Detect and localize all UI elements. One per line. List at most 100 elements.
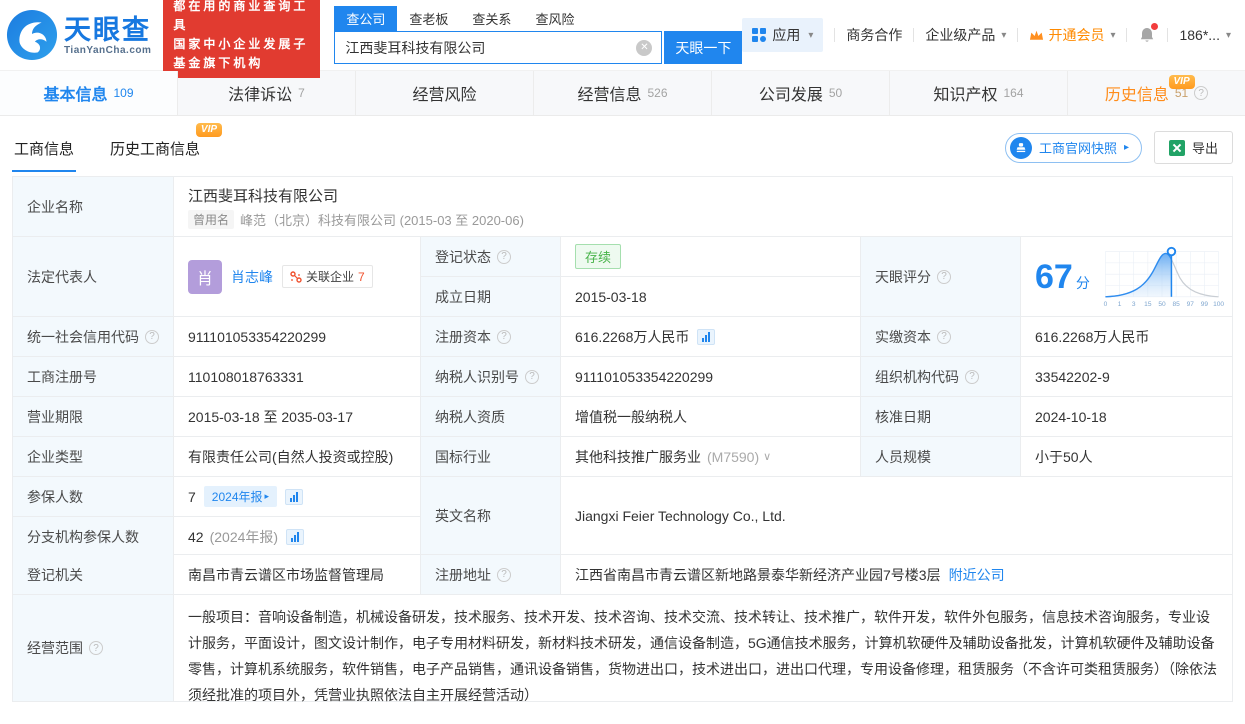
export-label: 导出 <box>1192 138 1218 157</box>
apps-menu[interactable]: 应用 ▾ <box>742 18 823 52</box>
help-icon[interactable]: ? <box>89 641 103 655</box>
search-button[interactable]: 天眼一下 <box>664 31 742 64</box>
field-value: Jiangxi Feier Technology Co., Ltd. <box>561 477 1232 554</box>
chevron-down-icon: ▾ <box>808 30 813 41</box>
table-row: 营业期限 2015-03-18 至 2035-03-17 纳税人资质 增值税一般… <box>13 397 1232 437</box>
help-icon[interactable]: ? <box>497 330 511 344</box>
user-account[interactable]: 186*... ▾ <box>1179 27 1231 43</box>
field-value: 江西省南昌市青云谱区新地路景泰华新经济产业园7号楼3层 附近公司 <box>561 555 1232 594</box>
field-label: 天眼评分 ? <box>861 237 1021 316</box>
related-label: 关联企业 <box>306 268 354 285</box>
divider <box>1017 28 1018 42</box>
nav-business-cooperation[interactable]: 商务合作 <box>846 25 902 45</box>
subtab-business-registration[interactable]: 工商信息 <box>12 138 76 172</box>
main-tabbar: 基本信息 109 法律诉讼 7 经营风险 经营信息 526 公司发展 50 知识… <box>0 70 1245 116</box>
nav-open-vip[interactable]: 开通会员 ▾ <box>1029 25 1115 45</box>
field-value: 42 (2024年报) <box>174 517 420 556</box>
notification-bell-icon[interactable] <box>1138 26 1156 44</box>
excel-icon <box>1169 140 1185 156</box>
help-icon[interactable]: ? <box>937 330 951 344</box>
tab-count: 164 <box>1003 86 1023 100</box>
field-value: 2024-10-18 <box>1021 397 1232 436</box>
chevron-down-icon: ▾ <box>1001 30 1006 41</box>
svg-text:0: 0 <box>1104 301 1108 308</box>
field-value: 911101053354220299 <box>174 317 421 356</box>
field-value: 33542202-9 <box>1021 357 1232 396</box>
subtab-history-business-registration[interactable]: VIP 历史工商信息 <box>108 138 202 172</box>
tab-label: 公司发展 <box>759 81 823 105</box>
export-button[interactable]: 导出 <box>1154 131 1233 164</box>
tab-legal-proceedings[interactable]: 法律诉讼 7 <box>178 71 356 115</box>
search-input[interactable] <box>334 31 662 64</box>
chevron-down-icon: ▾ <box>1226 30 1231 41</box>
field-value: 小于50人 <box>1021 437 1232 476</box>
nearby-companies-link[interactable]: 附近公司 <box>949 565 1005 585</box>
avatar[interactable]: 肖 <box>188 260 222 294</box>
former-name: 峰范（北京）科技有限公司 (2015-03 至 2020-06) <box>240 210 524 229</box>
table-row: 企业名称 江西斐耳科技有限公司 曾用名 峰范（北京）科技有限公司 (2015-0… <box>13 177 1232 237</box>
subtab-label: 历史工商信息 <box>110 141 200 158</box>
tab-company-development[interactable]: 公司发展 50 <box>712 71 890 115</box>
annual-report-badge[interactable]: 2024年报 ▸ <box>204 486 277 507</box>
search-tab-relation[interactable]: 查关系 <box>460 6 523 31</box>
field-label: 工商注册号 <box>13 357 174 396</box>
field-value: 南昌市青云谱区市场监督管理局 <box>174 555 421 594</box>
business-scope-text: 一般项目：音响设备制造，机械设备研发，技术服务、技术开发、技术咨询、技术交流、技… <box>174 595 1232 701</box>
subtab-row: 工商信息 VIP 历史工商信息 工商官网快照 ▸ 导出 <box>0 116 1245 172</box>
help-icon[interactable]: ? <box>965 370 979 384</box>
tab-operational-risk[interactable]: 经营风险 <box>356 71 534 115</box>
search-tab-company[interactable]: 查公司 <box>334 6 397 31</box>
nav-enterprise-products[interactable]: 企业级产品 ▾ <box>925 25 1006 45</box>
tab-basic-info[interactable]: 基本信息 109 <box>0 71 178 115</box>
field-value: 911101053354220299 <box>561 357 861 396</box>
logo-domain: TianYanCha.com <box>64 45 151 56</box>
stamp-icon <box>1010 137 1032 159</box>
help-icon[interactable]: ? <box>145 330 159 344</box>
divider <box>1167 28 1168 42</box>
tab-history-info[interactable]: VIP 历史信息 51 ? <box>1068 71 1245 115</box>
tab-label: 基本信息 <box>43 81 107 105</box>
tab-count: 109 <box>113 86 133 100</box>
enterprise-label: 企业级产品 <box>925 25 995 45</box>
tianyancha-logo[interactable]: 天眼查 TianYanCha.com <box>6 9 151 61</box>
table-row: 统一社会信用代码? 911101053354220299 注册资本? 616.2… <box>13 317 1232 357</box>
field-label: 企业类型 <box>13 437 174 476</box>
legal-rep-link[interactable]: 肖志峰 <box>231 267 273 287</box>
tab-intellectual-property[interactable]: 知识产权 164 <box>890 71 1068 115</box>
subtab-label: 工商信息 <box>14 141 74 158</box>
related-companies-badge[interactable]: 关联企业 7 <box>282 265 373 288</box>
arrow-right-icon: ▸ <box>265 491 270 502</box>
help-icon[interactable]: ? <box>525 370 539 384</box>
field-label: 分支机构参保人数 <box>13 517 174 556</box>
field-label: 营业期限 <box>13 397 174 436</box>
search-tab-boss[interactable]: 查老板 <box>397 6 460 31</box>
field-value: 2015-03-18 至 2035-03-17 <box>174 397 421 436</box>
svg-text:1: 1 <box>1118 301 1122 308</box>
tab-label: 经营信息 <box>577 81 641 105</box>
search-tabs: 查公司 查老板 查关系 查风险 <box>334 6 742 31</box>
tab-label: 历史信息 <box>1105 81 1169 105</box>
crown-icon <box>1029 29 1044 41</box>
help-icon[interactable]: ? <box>497 568 511 582</box>
vip-label: 开通会员 <box>1048 25 1104 45</box>
help-icon[interactable]: ? <box>1194 86 1208 100</box>
trend-chart-icon[interactable] <box>697 329 715 345</box>
divider <box>834 28 835 42</box>
chevron-down-icon[interactable]: ∨ <box>763 450 771 463</box>
help-icon[interactable]: ? <box>497 250 511 264</box>
trend-chart-icon[interactable] <box>286 529 304 545</box>
help-icon[interactable]: ? <box>937 270 951 284</box>
vip-badge: VIP <box>1169 75 1195 89</box>
clear-icon[interactable]: ✕ <box>636 40 652 56</box>
slogan-line2: 国家中小企业发展子基金旗下机构 <box>173 35 310 73</box>
official-snapshot-button[interactable]: 工商官网快照 ▸ <box>1005 133 1142 163</box>
field-value: 其他科技推广服务业 (M7590) ∨ <box>561 437 861 476</box>
trend-chart-icon[interactable] <box>285 489 303 505</box>
search-area: 查公司 查老板 查关系 查风险 ✕ 天眼一下 <box>334 6 742 64</box>
field-value: 110108018763331 <box>174 357 421 396</box>
tab-business-info[interactable]: 经营信息 526 <box>534 71 712 115</box>
svg-text:100: 100 <box>1213 301 1224 308</box>
svg-text:50: 50 <box>1158 301 1166 308</box>
search-tab-risk[interactable]: 查风险 <box>523 6 586 31</box>
field-value: 7 2024年报 ▸ <box>174 477 420 516</box>
